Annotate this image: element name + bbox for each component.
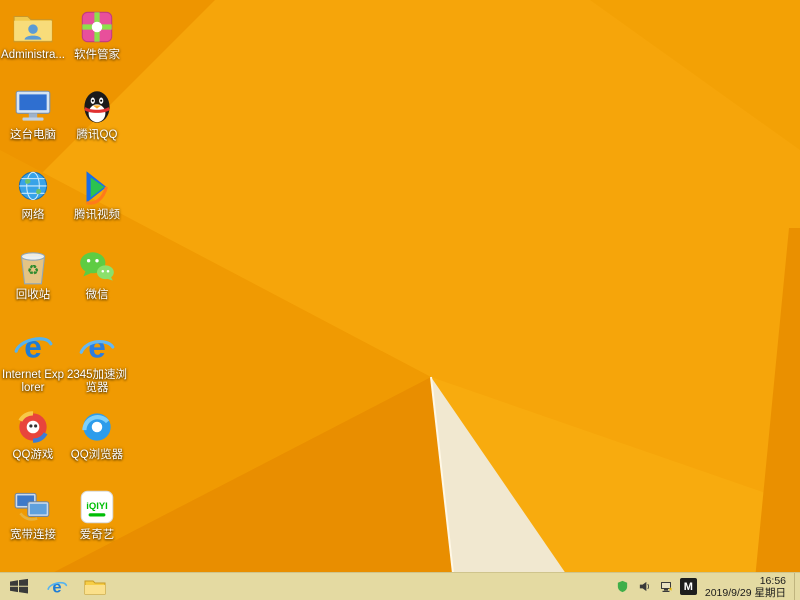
desktop-icon-software-manager[interactable]: 软件管家 (66, 6, 128, 86)
ime-indicator[interactable]: M (679, 578, 697, 595)
svg-text:e: e (88, 329, 106, 365)
2345-browser-icon: e (74, 326, 120, 368)
ie-icon: e (47, 578, 68, 596)
taskbar-file-explorer-button[interactable] (76, 573, 114, 600)
qq-games-icon (10, 406, 56, 448)
icon-label: 网络 (21, 209, 45, 221)
start-button[interactable] (0, 573, 38, 600)
desktop-icon-wechat[interactable]: 微信 (66, 246, 128, 326)
icon-label: 微信 (85, 289, 109, 301)
software-manager-icon (74, 6, 120, 48)
qq-penguin-icon (74, 86, 120, 128)
icon-label: 2345加速浏览器 (66, 369, 128, 394)
broadband-icon (10, 486, 56, 528)
play-icon (74, 166, 120, 208)
svg-text:*: * (669, 586, 673, 594)
desktop-icon-tencent-video[interactable]: 腾讯视频 (66, 166, 128, 246)
icon-label: Internet Explorer (2, 369, 65, 394)
icon-label: 腾讯QQ (76, 129, 118, 141)
svg-text:e: e (52, 578, 61, 596)
icon-label: QQ浏览器 (70, 449, 124, 461)
desktop-icon-this-pc[interactable]: 这台电脑 (2, 86, 64, 166)
folder-icon (84, 580, 106, 594)
desktop-icon-internet-explorer[interactable]: e Internet Explorer (2, 326, 64, 406)
svg-text:iQIYI: iQIYI (86, 501, 108, 512)
icon-label: 宽带连接 (10, 529, 56, 541)
tray-time: 16:56 (759, 574, 786, 587)
iqiyi-icon: iQIYI (74, 486, 120, 528)
desktop-icon-column-1: Administra... 这台电脑 网络 ♻ 回收站 e Internet E… (1, 6, 65, 566)
ie-icon: e (10, 326, 56, 368)
desktop-icon-2345-browser[interactable]: e 2345加速浏览器 (66, 326, 128, 406)
taskbar: e * M 16:56 2019/9/29 星期日 (0, 572, 800, 600)
wechat-icon (74, 246, 120, 288)
windows-logo-icon (10, 578, 28, 594)
desktop-icon-administrator-files[interactable]: Administra... (1, 6, 65, 86)
system-tray: * M 16:56 2019/9/29 星期日 (614, 572, 800, 600)
icon-label: 这台电脑 (10, 129, 56, 141)
desktop-icon-qq-browser[interactable]: QQ浏览器 (66, 406, 128, 486)
icon-label: 爱奇艺 (79, 529, 115, 541)
desktop-icon-column-2: 软件管家 腾讯QQ 腾讯视频 微信 e 2345加速浏览器 QQ浏览器 iQIY… (66, 6, 128, 566)
icon-label: 腾讯视频 (74, 209, 120, 221)
qq-browser-icon (74, 406, 120, 448)
recycle-bin-icon: ♻ (10, 246, 56, 288)
icon-label: Administra... (1, 49, 65, 61)
svg-text:e: e (24, 329, 42, 365)
desktop-icon-broadband[interactable]: 宽带连接 (2, 486, 64, 566)
taskbar-internet-explorer-button[interactable]: e (38, 573, 76, 600)
desktop-icon-qq-games[interactable]: QQ游戏 (2, 406, 64, 486)
tray-clock[interactable]: 16:56 2019/9/29 星期日 (705, 575, 794, 599)
desktop-icon-tencent-qq[interactable]: 腾讯QQ (66, 86, 128, 166)
icon-label: 软件管家 (74, 49, 120, 61)
svg-text:♻: ♻ (27, 262, 39, 277)
security-shield-icon[interactable] (614, 573, 632, 600)
user-folder-icon (10, 6, 56, 48)
desktop-icon-iqiyi[interactable]: iQIYI 爱奇艺 (66, 486, 128, 566)
tray-date: 2019/9/29 星期日 (704, 586, 786, 599)
desktop-icon-network[interactable]: 网络 (2, 166, 64, 246)
show-desktop-button[interactable] (794, 572, 800, 600)
desktop-icon-recycle-bin[interactable]: ♻ 回收站 (2, 246, 64, 326)
globe-icon (10, 166, 56, 208)
desktop: Administra... 这台电脑 网络 ♻ 回收站 e Internet E… (0, 0, 800, 600)
icon-label: QQ游戏 (12, 449, 54, 461)
volume-icon[interactable] (636, 573, 654, 600)
icon-label: 回收站 (15, 289, 51, 301)
computer-icon (10, 86, 56, 128)
network-icon[interactable]: * (658, 573, 676, 600)
